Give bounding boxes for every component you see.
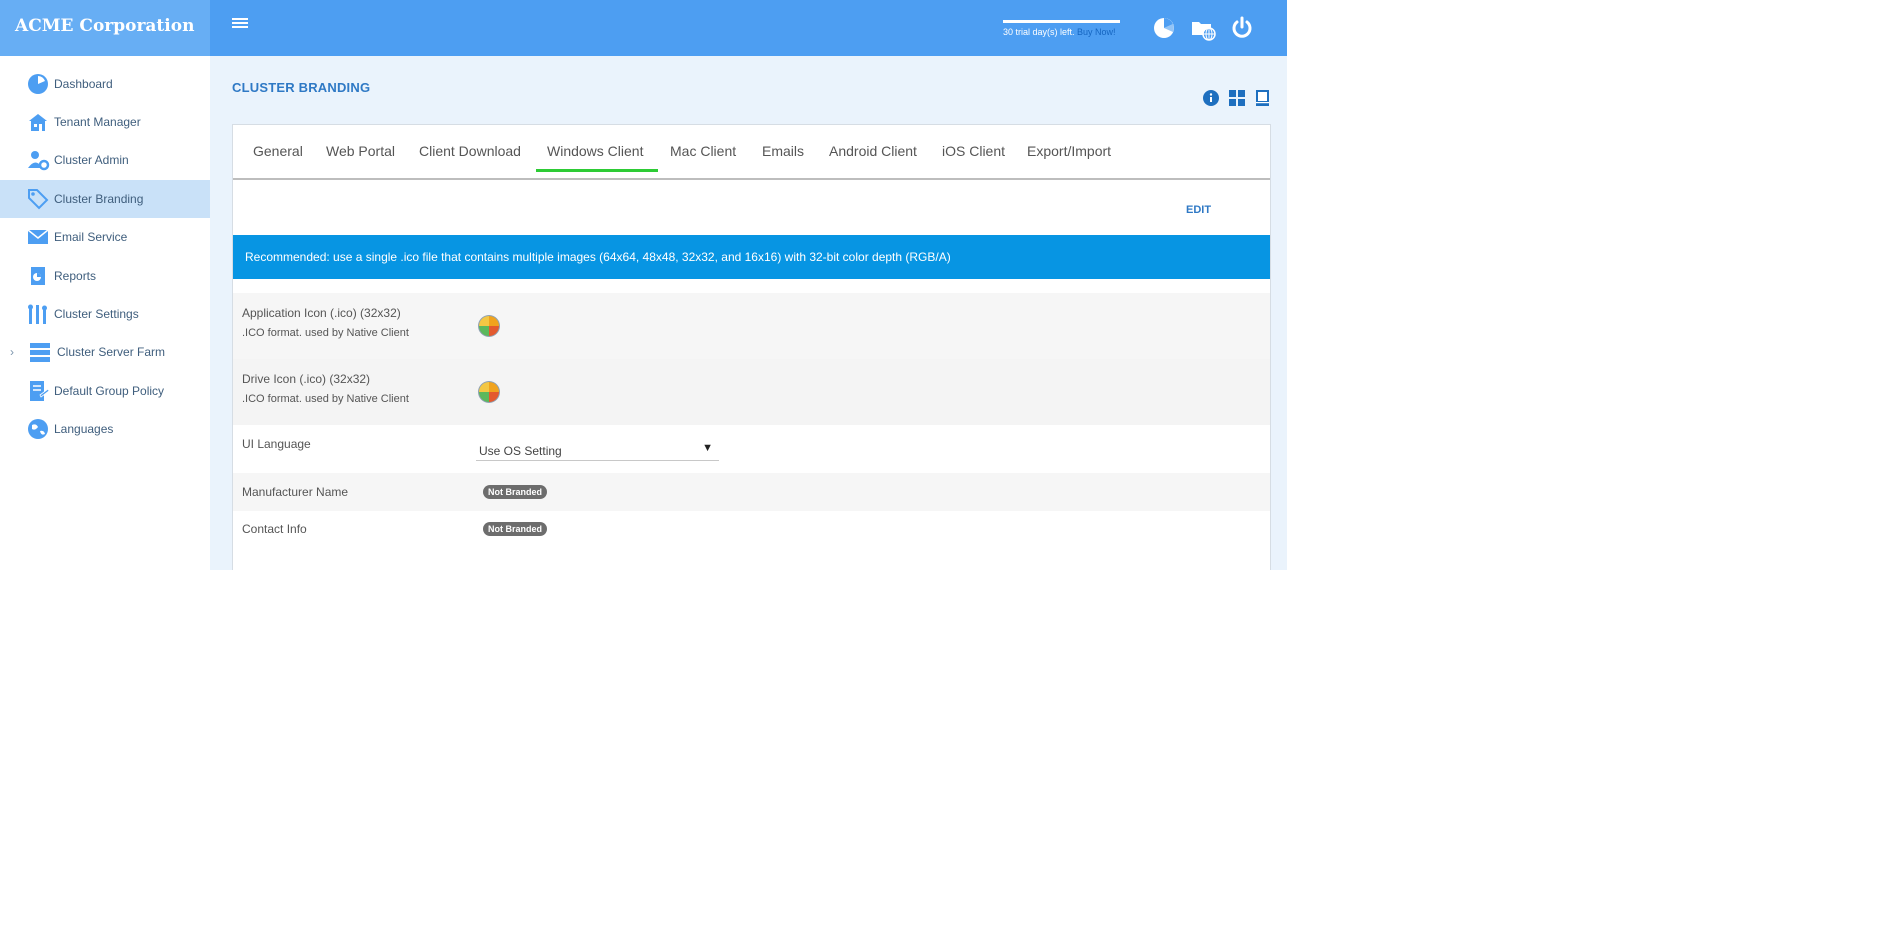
edit-toolbar: EDIT	[233, 181, 1270, 235]
tab-emails[interactable]: Emails	[762, 143, 804, 159]
sidebar-item-reports[interactable]: Reports	[0, 257, 210, 295]
active-tab-indicator	[536, 169, 658, 172]
dropdown-arrow-icon: ▼	[702, 442, 713, 454]
sidebar-item-email-service[interactable]: Email Service	[0, 218, 210, 256]
edit-button[interactable]: EDIT	[1186, 204, 1211, 216]
field-sublabel: .ICO format. used by Native Client	[242, 393, 409, 405]
server-icon	[28, 340, 52, 364]
field-label: Manufacturer Name	[242, 485, 349, 499]
tab-ios-client[interactable]: iOS Client	[942, 143, 1005, 159]
tab-windows-client[interactable]: Windows Client	[547, 143, 643, 159]
trial-status: 30 trial day(s) left. Buy Now!	[1003, 20, 1123, 37]
dashboard-icon[interactable]	[1151, 15, 1177, 41]
app-window: ACME Corporation 30 trial day(s) left. B…	[0, 0, 1287, 570]
sidebar-item-cluster-admin[interactable]: Cluster Admin	[0, 141, 210, 179]
tools-icon	[26, 302, 50, 326]
dashboard-icon	[26, 72, 50, 96]
status-badge: Not Branded	[483, 485, 547, 499]
info-icon[interactable]	[1202, 89, 1220, 107]
chevron-right-icon[interactable]: ›	[10, 345, 14, 359]
sidebar-item-label: Cluster Settings	[54, 307, 139, 321]
envelope-icon	[26, 225, 50, 249]
book-icon[interactable]	[1253, 89, 1271, 107]
drive-icon-preview[interactable]	[477, 380, 501, 404]
brand-title: ACME Corporation	[0, 0, 210, 56]
menu-toggle-icon[interactable]	[232, 16, 252, 36]
field-sublabel: .ICO format. used by Native Client	[242, 327, 409, 339]
tab-android-client[interactable]: Android Client	[829, 143, 917, 159]
sidebar-item-cluster-server-farm[interactable]: › Cluster Server Farm	[0, 333, 210, 371]
sidebar-item-languages[interactable]: Languages	[0, 410, 210, 448]
field-row-ui-language: UI Language Use OS Setting ▼	[233, 425, 1270, 473]
sidebar-item-label: Cluster Server Farm	[57, 345, 166, 359]
globe-icon	[26, 417, 50, 441]
tab-mac-client[interactable]: Mac Client	[670, 143, 736, 159]
tab-web-portal[interactable]: Web Portal	[326, 143, 395, 159]
field-row-contact-info: Contact Info Not Branded	[233, 511, 1270, 551]
sidebar-item-tenant-manager[interactable]: Tenant Manager	[0, 103, 210, 141]
building-icon	[26, 110, 50, 134]
ui-language-select[interactable]: Use OS Setting ▼	[476, 439, 719, 461]
branding-panel: General Web Portal Client Download Windo…	[232, 124, 1271, 570]
field-label: UI Language	[242, 437, 311, 451]
sidebar-item-default-group-policy[interactable]: Default Group Policy	[0, 372, 210, 410]
field-label: Application Icon (.ico) (32x32)	[242, 306, 401, 320]
folder-globe-icon[interactable]	[1190, 15, 1216, 41]
status-badge: Not Branded	[483, 522, 547, 536]
report-icon	[26, 264, 50, 288]
trial-progress-bar	[1003, 20, 1120, 23]
tab-export-import[interactable]: Export/Import	[1027, 143, 1111, 159]
application-icon-preview[interactable]	[477, 314, 501, 338]
sidebar: Dashboard Tenant Manager Cluster Admin C…	[0, 56, 210, 570]
sidebar-item-cluster-branding[interactable]: Cluster Branding	[0, 180, 210, 218]
admin-gear-icon	[26, 148, 50, 172]
sidebar-item-dashboard[interactable]: Dashboard	[0, 65, 210, 103]
field-row-manufacturer-name: Manufacturer Name Not Branded	[233, 473, 1270, 511]
field-label: Drive Icon (.ico) (32x32)	[242, 372, 371, 386]
field-label: Contact Info	[242, 522, 307, 536]
sidebar-item-label: Dashboard	[54, 77, 113, 91]
sidebar-item-label: Reports	[54, 269, 97, 283]
top-bar: ACME Corporation 30 trial day(s) left. B…	[0, 0, 1287, 56]
tab-general[interactable]: General	[253, 143, 303, 159]
select-value: Use OS Setting	[479, 444, 562, 458]
grid-icon[interactable]	[1228, 89, 1246, 107]
sidebar-item-label: Email Service	[54, 230, 128, 244]
sidebar-item-label: Cluster Admin	[54, 153, 129, 167]
sidebar-item-label: Tenant Manager	[54, 115, 141, 129]
field-row-drive-icon: Drive Icon (.ico) (32x32) .ICO format. u…	[233, 359, 1270, 425]
tag-icon	[26, 187, 50, 211]
buy-now-link[interactable]: Buy Now!	[1077, 27, 1116, 37]
tab-bar: General Web Portal Client Download Windo…	[233, 125, 1270, 180]
tab-client-download[interactable]: Client Download	[419, 143, 521, 159]
policy-icon	[26, 379, 50, 403]
page-title: CLUSTER BRANDING	[232, 80, 371, 95]
sidebar-item-label: Default Group Policy	[54, 384, 165, 398]
sidebar-item-label: Cluster Branding	[54, 192, 144, 206]
field-row-application-icon: Application Icon (.ico) (32x32) .ICO for…	[233, 293, 1270, 359]
sidebar-item-cluster-settings[interactable]: Cluster Settings	[0, 295, 210, 333]
recommendation-banner: Recommended: use a single .ico file that…	[233, 235, 1270, 279]
sidebar-item-label: Languages	[54, 422, 114, 436]
power-icon[interactable]	[1229, 15, 1255, 41]
trial-text: 30 trial day(s) left.	[1003, 27, 1075, 37]
